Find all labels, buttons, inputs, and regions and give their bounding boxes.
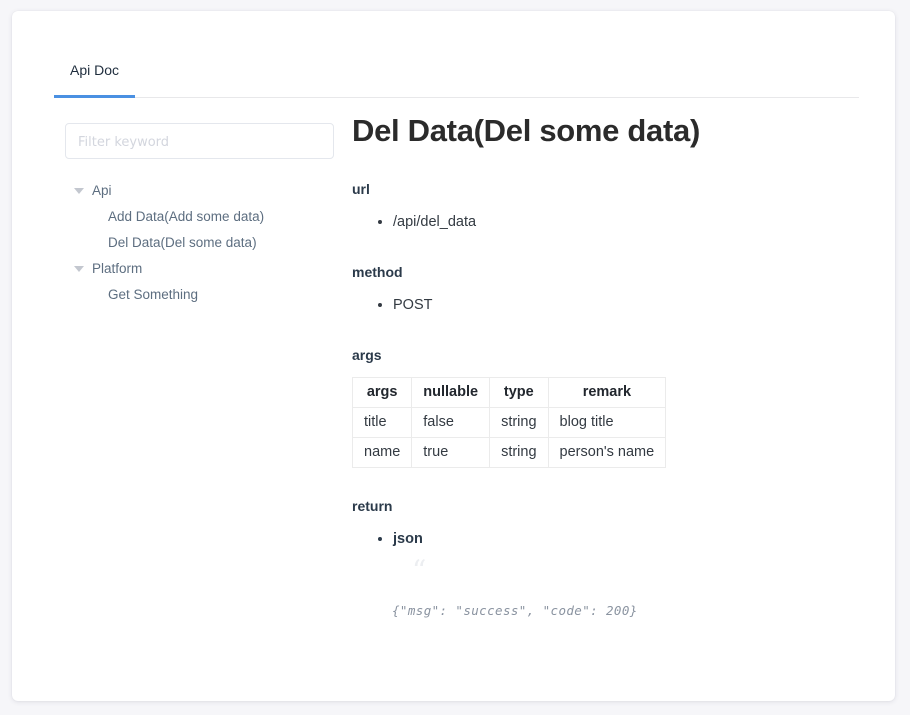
table-row: title false string blog title: [351, 407, 667, 439]
args-table-body: title false string blog title name true …: [351, 407, 667, 469]
return-json-code: {"msg": "success", "code": 200}: [392, 603, 638, 619]
args-table-head: args nullable type remark: [351, 377, 667, 409]
table-cell: false: [411, 407, 491, 439]
tree-parent-platform[interactable]: Platform: [65, 256, 337, 282]
tree-parent-api[interactable]: Api: [65, 178, 337, 204]
column-header: args: [351, 377, 413, 409]
table-cell: name: [351, 437, 413, 469]
table-cell: true: [411, 437, 491, 469]
return-list: json: [352, 528, 865, 551]
list-item: /api/del_data: [393, 211, 865, 234]
filter-keyword-input[interactable]: [65, 123, 334, 159]
column-header: remark: [547, 377, 667, 409]
tree-leaf-del-data[interactable]: Del Data(Del some data): [65, 230, 337, 256]
section-label-return: return: [352, 498, 393, 515]
tree-node-api: Api Add Data(Add some data) Del Data(Del…: [65, 178, 337, 256]
doc-content: Del Data(Del some data) url /api/del_dat…: [351, 112, 865, 619]
args-table: args nullable type remark title false st…: [351, 377, 667, 469]
section-label-args: args: [352, 347, 382, 364]
table-header-row: args nullable type remark: [351, 377, 667, 409]
tree-leaf-get-something[interactable]: Get Something: [65, 282, 337, 308]
doc-body: Api Add Data(Add some data) Del Data(Del…: [12, 98, 895, 701]
tree-children-api: Add Data(Add some data) Del Data(Del som…: [65, 204, 337, 256]
url-list: /api/del_data: [352, 211, 865, 234]
tab-bar: Api Doc: [54, 46, 859, 98]
section-label-url: url: [352, 180, 370, 197]
table-cell: title: [351, 407, 413, 439]
chevron-down-icon[interactable]: [74, 266, 84, 272]
tab-api-doc[interactable]: Api Doc: [54, 46, 136, 98]
chevron-down-icon[interactable]: [74, 188, 84, 194]
tree-node-platform: Platform Get Something: [65, 256, 337, 308]
return-blockquote: “ {"msg": "success", "code": 200}: [352, 554, 865, 619]
table-cell: string: [489, 407, 549, 439]
tree-leaf-add-data[interactable]: Add Data(Add some data): [65, 204, 337, 230]
page-title: Del Data(Del some data): [352, 113, 700, 148]
method-list: POST: [352, 294, 865, 317]
column-header: type: [489, 377, 549, 409]
column-header: nullable: [411, 377, 491, 409]
list-item: POST: [393, 294, 865, 317]
tree-parent-label: Api: [92, 183, 112, 198]
section-label-method: method: [352, 263, 403, 280]
sidebar: Api Add Data(Add some data) Del Data(Del…: [65, 123, 337, 308]
table-cell: blog title: [547, 407, 667, 439]
tab-api-doc-label: Api Doc: [70, 62, 120, 78]
tree-children-platform: Get Something: [65, 282, 337, 308]
quote-mark-icon: “: [412, 554, 427, 588]
table-row: name true string person's name: [351, 437, 667, 469]
tree-parent-label: Platform: [92, 261, 143, 276]
app-card: Api Doc Api Add Data(Add some data) Del …: [12, 11, 895, 701]
list-item: json: [393, 528, 865, 551]
api-tree: Api Add Data(Add some data) Del Data(Del…: [65, 178, 337, 308]
table-cell: string: [489, 437, 549, 469]
table-cell: person's name: [547, 437, 667, 469]
